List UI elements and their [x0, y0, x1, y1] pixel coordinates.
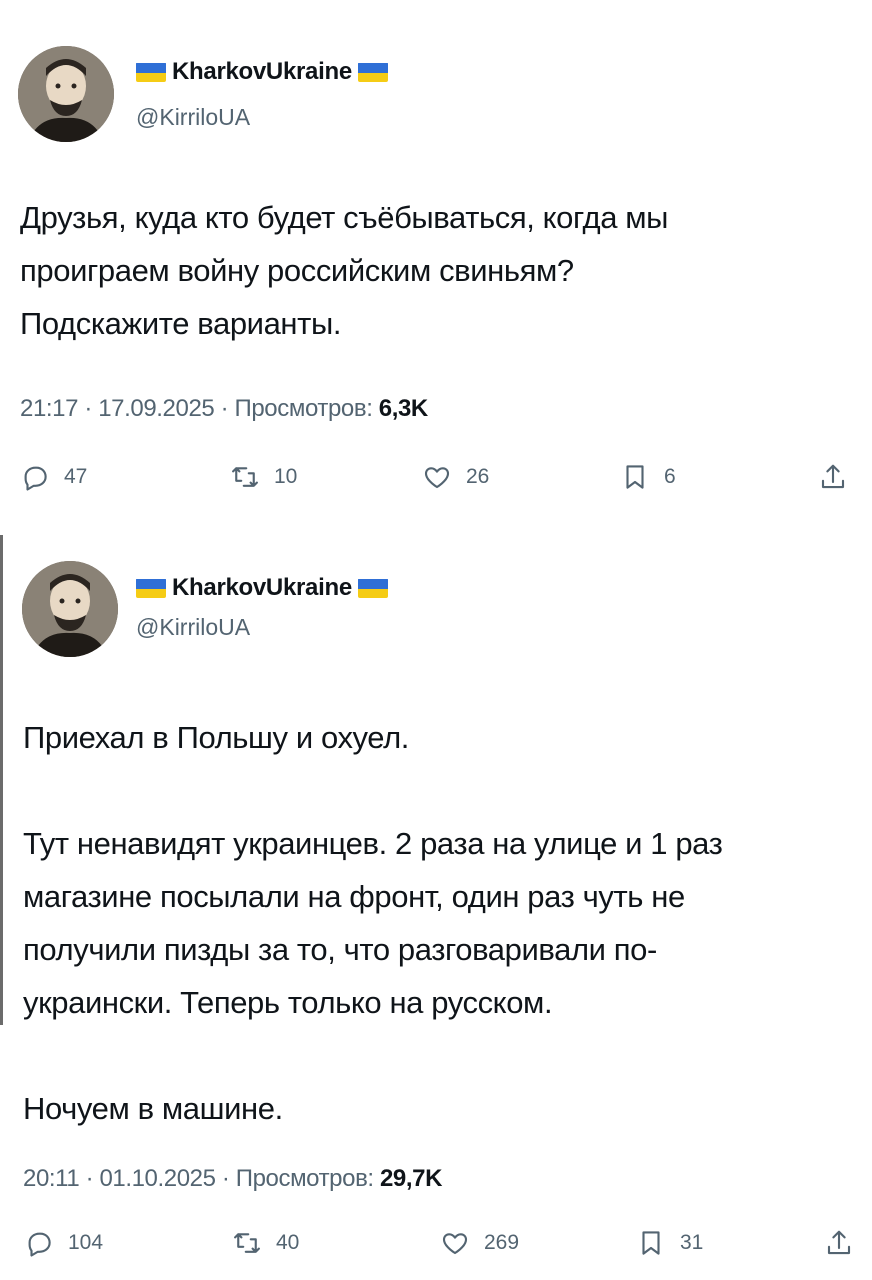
tweet-time[interactable]: 20:11 — [23, 1165, 80, 1192]
heart-icon — [424, 467, 450, 489]
tweet-text-line: получили пизды за то, что разговаривали … — [23, 932, 657, 967]
tweet-text-line: Друзья, куда кто будет съёбываться, когд… — [20, 200, 669, 235]
author-display-name: KharkovUkraine — [172, 574, 352, 601]
meta-separator: · — [84, 395, 99, 422]
tweet-text-line: Ночуем в машине. — [23, 1091, 283, 1126]
bookmark-count: 6 — [664, 465, 676, 488]
tweet-text-line: магазине посылали на фронт, один раз чут… — [23, 879, 685, 914]
author-name-row[interactable]: KharkovUkraine — [136, 574, 388, 602]
tweet-text-line: украински. Теперь только на русском. — [23, 985, 553, 1020]
avatar[interactable] — [18, 46, 114, 142]
tweet-1: KharkovUkraine @KirriloUA Друзья, куда к… — [0, 0, 872, 520]
bookmark-count: 31 — [680, 1231, 704, 1254]
bookmark-button[interactable]: 31 — [636, 1228, 703, 1258]
comment-icon — [24, 466, 47, 491]
like-count: 26 — [466, 465, 490, 488]
retweet-icon — [232, 467, 258, 487]
meta-separator: · — [85, 1165, 100, 1192]
tweet-text-line — [23, 764, 863, 817]
ukraine-flag-icon — [357, 578, 388, 598]
tweet-time[interactable]: 21:17 — [20, 395, 78, 422]
comment-icon — [28, 1232, 51, 1257]
tweet-text-line: проиграем войну российским свиньям? — [20, 253, 574, 288]
author-name-row[interactable]: KharkovUkraine — [136, 58, 388, 86]
retweet-button[interactable]: 40 — [232, 1228, 299, 1258]
like-button[interactable]: 269 — [440, 1228, 519, 1258]
author-handle[interactable]: @KirriloUA — [136, 104, 250, 131]
tweet-text-line: Тут ненавидят украинцев. 2 раза на улице… — [23, 826, 723, 861]
share-button[interactable] — [824, 1228, 854, 1258]
author-handle[interactable]: @KirriloUA — [136, 614, 250, 641]
ukraine-flag-icon — [136, 62, 166, 82]
reply-count: 47 — [64, 465, 88, 488]
views-count: 6,3K — [378, 395, 429, 422]
views-label: Просмотров: — [235, 1165, 374, 1192]
action-bar: 104 40 269 31 — [0, 1228, 872, 1268]
avatar-portrait — [22, 561, 118, 657]
meta-separator: · — [220, 395, 235, 422]
tweet-meta: 21:17 · 17.09.2025 · Просмотров: 6,3K — [20, 395, 428, 423]
retweet-count: 10 — [274, 465, 298, 488]
reply-button[interactable]: 47 — [20, 462, 87, 492]
tweet-meta: 20:11 · 01.10.2025 · Просмотров: 29,7K — [23, 1165, 442, 1193]
like-count: 269 — [484, 1231, 520, 1254]
avatar-portrait — [18, 46, 114, 142]
like-button[interactable]: 26 — [422, 462, 489, 492]
tweet-date[interactable]: 17.09.2025 — [98, 395, 215, 422]
bookmark-icon — [626, 465, 644, 489]
tweet-date[interactable]: 01.10.2025 — [99, 1165, 216, 1192]
action-bar: 47 10 26 6 — [0, 462, 872, 502]
tweet-text-line: Приехал в Польшу и охуел. — [23, 720, 410, 755]
retweet-button[interactable]: 10 — [230, 462, 297, 492]
tweet-text-line — [23, 1029, 863, 1082]
tweet-text: Друзья, куда кто будет съёбываться, когд… — [20, 191, 860, 350]
views-label: Просмотров: — [234, 395, 373, 422]
bookmark-icon — [642, 1231, 660, 1255]
reply-count: 104 — [68, 1231, 104, 1254]
reply-button[interactable]: 104 — [24, 1228, 103, 1258]
meta-separator: · — [221, 1165, 236, 1192]
bookmark-button[interactable]: 6 — [620, 462, 676, 492]
tweet-text-line: Подскажите варианты. — [20, 306, 342, 341]
ukraine-flag-icon — [357, 62, 388, 82]
avatar[interactable] — [22, 561, 118, 657]
screenshot-left-edge — [0, 535, 3, 1025]
views-count: 29,7K — [379, 1165, 443, 1192]
author-display-name: KharkovUkraine — [172, 58, 352, 85]
retweet-count: 40 — [276, 1231, 300, 1254]
tweet-text: Приехал в Польшу и охуел. Тут ненавидят … — [23, 711, 863, 1135]
heart-icon — [442, 1233, 468, 1255]
retweet-icon — [234, 1233, 260, 1253]
ukraine-flag-icon — [136, 578, 166, 598]
share-icon — [821, 464, 845, 489]
share-button[interactable] — [818, 462, 848, 492]
share-icon — [827, 1230, 851, 1255]
